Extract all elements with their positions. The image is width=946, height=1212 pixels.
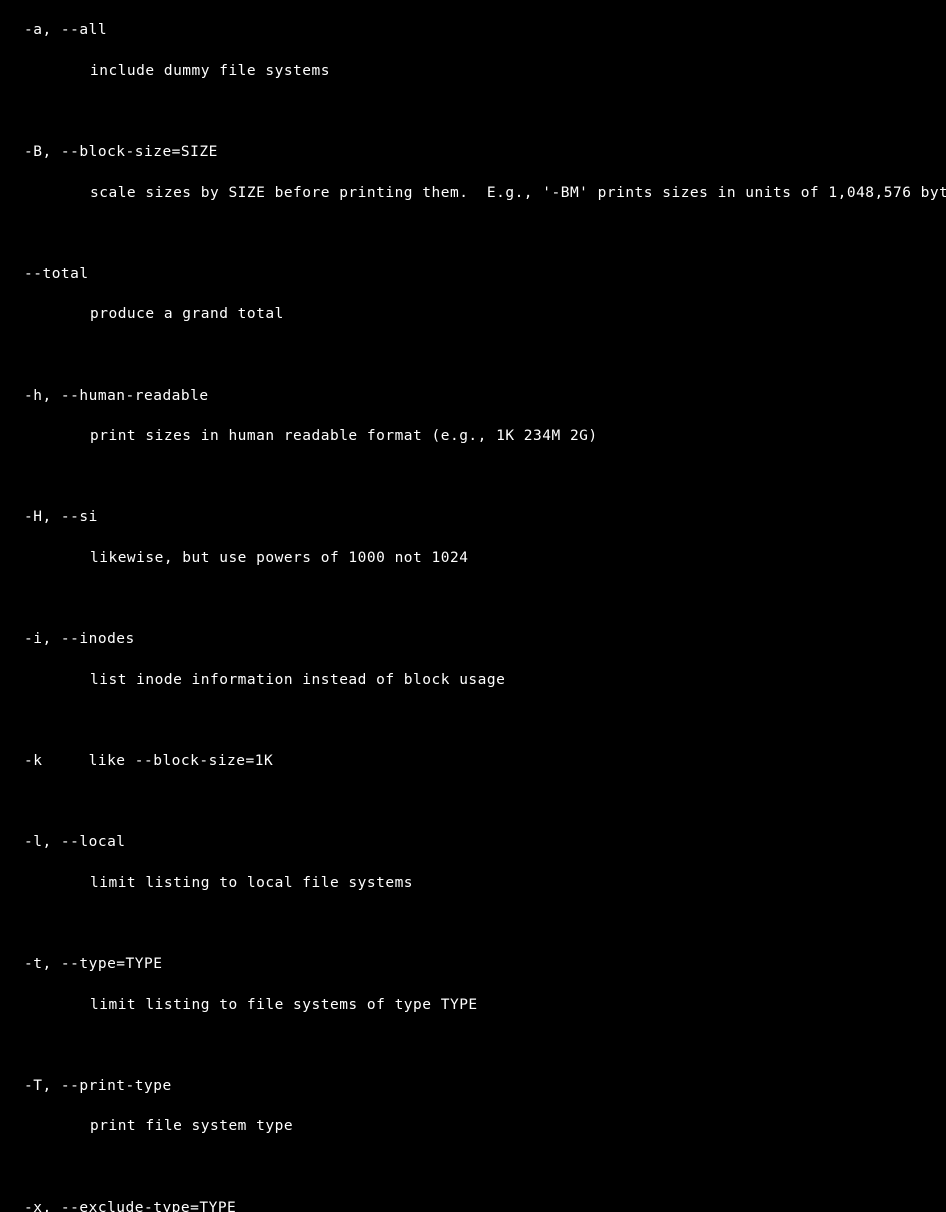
blank-line (0, 467, 946, 487)
option-desc: print file system type (0, 1116, 946, 1136)
option-flag: -t, --type=TYPE (0, 954, 946, 974)
option-flag: -l, --local (0, 832, 946, 852)
option-flag: -H, --si (0, 507, 946, 527)
blank-line (0, 1157, 946, 1177)
option-desc: limit listing to file systems of type TY… (0, 995, 946, 1015)
option-flag: -k like --block-size=1K (0, 751, 946, 771)
option-desc: limit listing to local file systems (0, 873, 946, 893)
blank-line (0, 101, 946, 121)
blank-line (0, 913, 946, 933)
man-page-content: -a, --all include dummy file systems -B,… (0, 0, 946, 1212)
option-desc: print sizes in human readable format (e.… (0, 426, 946, 446)
option-flag: --total (0, 264, 946, 284)
blank-line (0, 223, 946, 243)
option-flag: -a, --all (0, 20, 946, 40)
blank-line (0, 345, 946, 365)
option-desc: scale sizes by SIZE before printing them… (0, 183, 946, 203)
option-flag: -T, --print-type (0, 1076, 946, 1096)
option-flag: -i, --inodes (0, 629, 946, 649)
option-desc: produce a grand total (0, 304, 946, 324)
blank-line (0, 792, 946, 812)
option-flag: -B, --block-size=SIZE (0, 142, 946, 162)
option-flag: -x, --exclude-type=TYPE (0, 1198, 946, 1212)
blank-line (0, 710, 946, 730)
option-desc: include dummy file systems (0, 61, 946, 81)
option-desc: likewise, but use powers of 1000 not 102… (0, 548, 946, 568)
blank-line (0, 1035, 946, 1055)
option-flag: -h, --human-readable (0, 386, 946, 406)
option-desc: list inode information instead of block … (0, 670, 946, 690)
